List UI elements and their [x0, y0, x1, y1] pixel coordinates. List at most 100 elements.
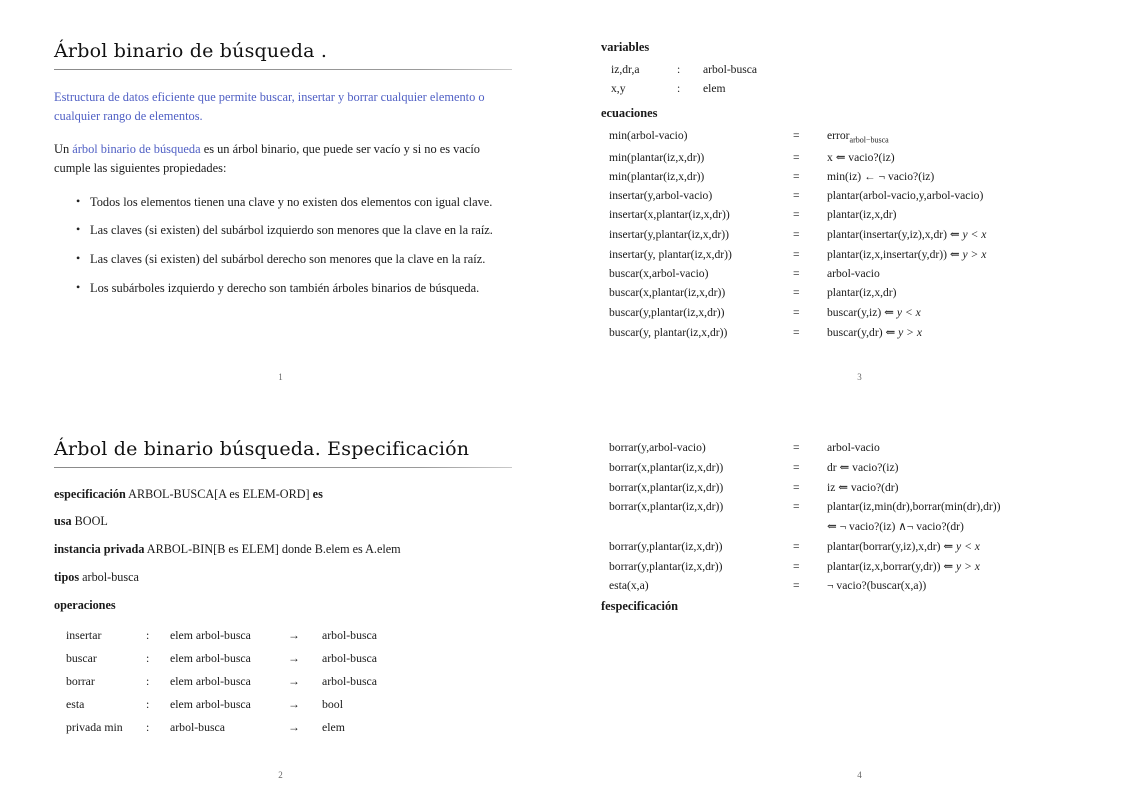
- slide-1-body: Árbol binario de búsqueda . Estructura d…: [54, 40, 531, 307]
- spec-keyword-end: es: [312, 486, 323, 501]
- table-row: insertar : elem arbol-busca → arbol-busc…: [66, 624, 377, 647]
- arrow-icon: →: [288, 674, 300, 689]
- equation-rhs-text: buscar(y,iz) ⇐: [827, 306, 897, 320]
- equation-lhs: min(plantar(iz,x,dr)): [609, 170, 705, 184]
- operations-table: insertar : elem arbol-busca → arbol-busc…: [66, 624, 377, 739]
- spec-keyword: instancia privada: [54, 542, 145, 557]
- end-specification-label: fespecificación: [601, 599, 679, 613]
- page-number: 1: [278, 372, 283, 382]
- slide-page-1: Árbol binario de búsqueda . Estructura d…: [0, 0, 561, 398]
- arrow-icon: →: [288, 628, 300, 643]
- equation-rhs: errorarbol−busca: [827, 126, 986, 147]
- equation-rhs: plantar(borrar(y,iz),x,dr) ⇐ y < x: [827, 536, 1001, 556]
- operation-range: bool: [322, 697, 343, 712]
- equation-lhs: insertar(x,plantar(iz,x,dr)): [609, 208, 730, 222]
- page-number: 2: [278, 770, 283, 780]
- operation-name: privada min: [66, 720, 123, 735]
- equation-rhs-text: buscar(y,dr) ⇐: [827, 326, 899, 340]
- operation-colon: :: [146, 674, 150, 689]
- operations-label: operaciones: [54, 597, 531, 615]
- slide-4-body: borrar(y,arbol-vacio) = arbol-vacio borr…: [601, 438, 1092, 619]
- list-item: Los subárboles izquierdo y derecho son t…: [76, 278, 531, 298]
- equation-operator: =: [793, 151, 800, 165]
- equation-lhs: min(plantar(iz,x,dr)): [609, 151, 705, 165]
- equation-operator: =: [793, 481, 800, 494]
- operation-name: esta: [66, 697, 85, 712]
- title-divider: [54, 68, 512, 70]
- equation-rhs-text: plantar(insertar(y,iz),x,dr) ⇐: [827, 228, 963, 242]
- list-item: Las claves (si existen) del subárbol der…: [76, 249, 531, 269]
- table-row: buscar : elem arbol-busca → arbol-busca: [66, 647, 377, 670]
- table-row: borrar : elem arbol-busca → arbol-busca: [66, 670, 377, 693]
- equation-lhs: insertar(y,arbol-vacio): [609, 189, 713, 203]
- equation-lhs: borrar(x,plantar(iz,x,dr)): [609, 500, 724, 513]
- equation-condition-continuation: ⇐ ¬ vacio?(iz) ∧¬ vacio?(dr): [827, 520, 964, 533]
- equation-rhs: iz ⇐ vacio?(dr): [827, 481, 899, 494]
- equation-operator: =: [793, 286, 800, 300]
- table-row: borrar(y,plantar(iz,x,dr)) = plantar(bor…: [609, 536, 1001, 556]
- equation-condition: y < x: [962, 228, 987, 242]
- operation-domain: arbol-busca: [170, 720, 226, 735]
- equation-condition: y < x: [956, 540, 980, 553]
- variable-colon: :: [677, 63, 681, 76]
- equation-operator: =: [793, 441, 800, 454]
- slide-page-3: variables iz,dr,a : arbol-busca x,y : el…: [561, 0, 1122, 398]
- operation-colon: :: [146, 697, 150, 712]
- table-row: insertar(y, plantar(iz,x,dr)) = plantar(…: [609, 244, 986, 264]
- list-item: Todos los elementos tienen una clave y n…: [76, 192, 531, 212]
- equation-operator: =: [793, 306, 800, 320]
- definition-paragraph: Un árbol binario de búsqueda es un árbol…: [54, 140, 506, 178]
- equation-condition: y > x: [962, 248, 987, 262]
- table-row: borrar(x,plantar(iz,x,dr)) = dr ⇐ vacio?…: [609, 457, 1001, 477]
- table-row-continuation: ⇐ ¬ vacio?(iz) ∧¬ vacio?(dr): [609, 516, 1001, 536]
- equation-lhs-empty: [609, 516, 793, 536]
- variable-names: x,y: [611, 82, 626, 95]
- slide-3-body: variables iz,dr,a : arbol-busca x,y : el…: [601, 40, 1092, 342]
- arrow-icon: →: [288, 697, 300, 712]
- equation-rhs: arbol-vacio: [827, 441, 880, 454]
- slide-page-4: borrar(y,arbol-vacio) = arbol-vacio borr…: [561, 398, 1122, 796]
- table-row: borrar(y,plantar(iz,x,dr)) = plantar(iz,…: [609, 556, 1001, 576]
- equation-condition: y > x: [956, 560, 980, 573]
- equation-lhs: borrar(y,plantar(iz,x,dr)): [609, 560, 723, 573]
- equation-rhs: plantar(iz,min(dr),borrar(min(dr),dr)): [827, 500, 1001, 513]
- table-row: insertar(x,plantar(iz,x,dr)) = plantar(i…: [609, 205, 986, 224]
- slide-page-2: Árbol de binario búsqueda. Especificació…: [0, 398, 561, 796]
- equation-rhs-text: error: [827, 129, 850, 142]
- equation-rhs: plantar(arbol-vacio,y,arbol-vacio): [827, 189, 984, 203]
- spec-line-especificacion: especificación ARBOL-BUSCA[A es ELEM-ORD…: [54, 486, 531, 504]
- equations-table: min(arbol-vacio) = errorarbol−busca min(…: [609, 126, 986, 342]
- equation-lhs: buscar(x,arbol-vacio): [609, 267, 709, 281]
- equation-operator: =: [793, 326, 800, 340]
- equation-rhs-subscript: arbol−busca: [849, 135, 889, 145]
- operation-domain: elem arbol-busca: [170, 628, 251, 643]
- equation-rhs-text: plantar(borrar(y,iz),x,dr) ⇐: [827, 540, 957, 553]
- equation-lhs: insertar(y,plantar(iz,x,dr)): [609, 228, 729, 242]
- table-row: buscar(y,plantar(iz,x,dr)) = buscar(y,iz…: [609, 302, 986, 322]
- equation-condition: y > x: [898, 326, 923, 340]
- table-row: privada min : arbol-busca → elem: [66, 716, 377, 739]
- equation-rhs-text: plantar(iz,x,insertar(y,dr)) ⇐: [827, 248, 963, 262]
- list-item: Las claves (si existen) del subárbol izq…: [76, 220, 531, 240]
- table-row: buscar(y, plantar(iz,x,dr)) = buscar(y,d…: [609, 322, 986, 342]
- equation-rhs-text: plantar(iz,x,borrar(y,dr)) ⇐: [827, 560, 957, 573]
- equation-rhs: ¬ vacio?(buscar(x,a)): [827, 579, 927, 592]
- spec-keyword: usa: [54, 514, 72, 529]
- table-row: x,y : elem: [611, 79, 757, 98]
- equation-rhs: buscar(y,dr) ⇐ y > x: [827, 322, 986, 342]
- operation-colon: :: [146, 628, 150, 643]
- equation-lhs: min(arbol-vacio): [609, 129, 688, 142]
- variable-names: iz,dr,a: [611, 63, 640, 76]
- equation-operator: =: [793, 540, 800, 553]
- arrow-icon: →: [288, 651, 300, 666]
- equation-operator-empty: [793, 516, 827, 536]
- table-row: min(arbol-vacio) = errorarbol−busca: [609, 126, 986, 147]
- definition-highlight: árbol binario de búsqueda: [72, 142, 201, 157]
- table-row: borrar(x,plantar(iz,x,dr)) = plantar(iz,…: [609, 497, 1001, 516]
- table-row: buscar(x,arbol-vacio) = arbol-vacio: [609, 264, 986, 283]
- definition-before: Un: [54, 142, 73, 157]
- equation-rhs: buscar(y,iz) ⇐ y < x: [827, 302, 986, 322]
- spec-keyword: tipos: [54, 569, 80, 584]
- intro-paragraph: Estructura de datos eficiente que permit…: [54, 89, 485, 124]
- equation-operator: =: [793, 267, 800, 281]
